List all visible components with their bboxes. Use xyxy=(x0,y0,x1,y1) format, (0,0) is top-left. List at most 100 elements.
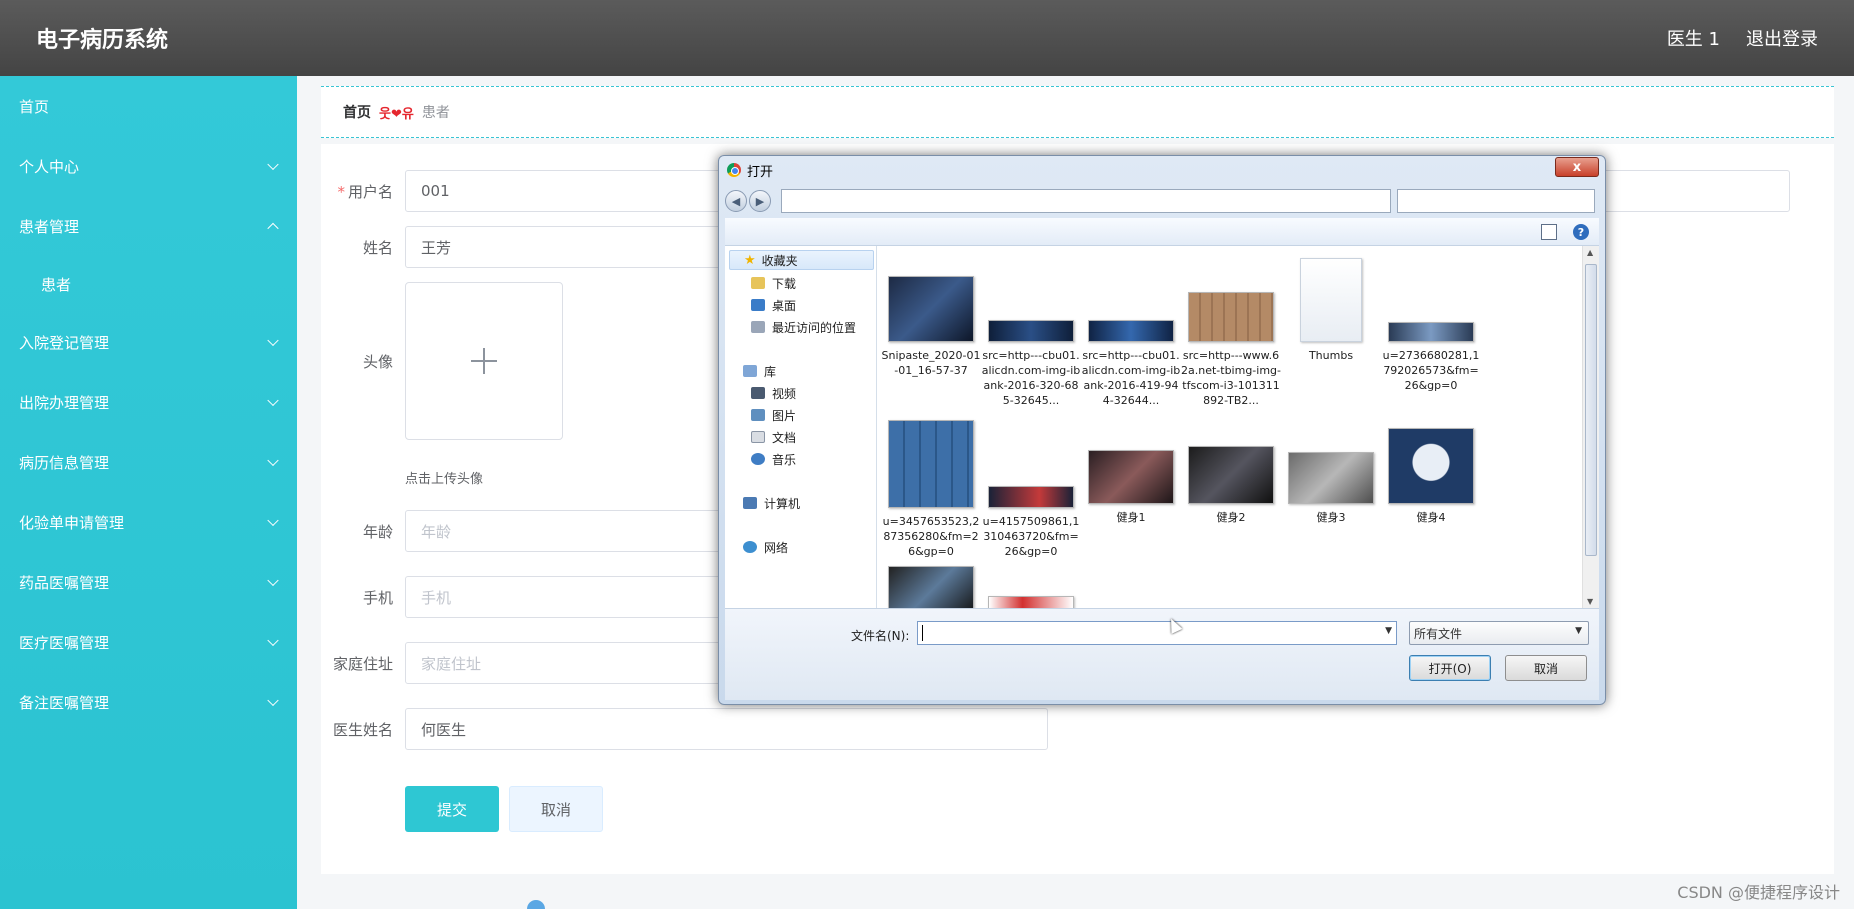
breadcrumb-separator: 웃❤유 xyxy=(379,106,414,122)
nav-downloads[interactable]: 下载 xyxy=(751,273,796,293)
nav-pictures[interactable]: 图片 xyxy=(751,405,796,425)
computer-icon xyxy=(743,497,757,509)
sidebar-item-home[interactable]: 首页 xyxy=(0,76,297,136)
app-title: 电子病历系统 xyxy=(36,28,169,53)
file-item[interactable]: src=http---cbu01.alicdn.com-img-ibank-20… xyxy=(981,320,1081,408)
file-item[interactable]: 健身3 xyxy=(1281,452,1381,525)
sidebar-item-label: 出院办理管理 xyxy=(19,393,110,412)
image-thumbnail xyxy=(988,486,1074,508)
sidebar-item-note-orders[interactable]: 备注医嘱管理 xyxy=(0,672,297,732)
image-thumbnail xyxy=(1088,320,1174,342)
dialog-cancel-button[interactable]: 取消 xyxy=(1505,655,1587,681)
file-name: 健身4 xyxy=(1416,511,1446,524)
file-item[interactable]: src=http---cbu01.alicdn.com-img-ibank-20… xyxy=(1081,320,1181,408)
file-name: src=http---www.62a.net-tbimg-img-tfscom-… xyxy=(1181,349,1281,407)
nav-music[interactable]: 音乐 xyxy=(751,449,796,469)
chevron-down-icon xyxy=(267,334,279,347)
file-item[interactable]: u=2736680281,1792026573&fm=26&gp=0 xyxy=(1381,322,1481,393)
sidebar-item-label: 入院登记管理 xyxy=(19,333,110,352)
plus-icon xyxy=(471,348,497,374)
filename-input[interactable]: ▼ xyxy=(917,621,1397,645)
dropdown-arrow-icon[interactable]: ▼ xyxy=(1385,626,1392,636)
sidebar: 首页 个人中心 患者管理 患者 入院登记管理 出院办理管理 病历信息管理 化验单… xyxy=(0,76,297,909)
nav-network[interactable]: 网络 xyxy=(743,537,788,557)
scroll-down-icon[interactable]: ▼ xyxy=(1587,597,1593,606)
preview-pane-icon[interactable] xyxy=(1541,224,1557,240)
pictures-icon xyxy=(751,409,765,421)
file-item[interactable]: u=4157509861,1310463720&fm=26&gp=0 xyxy=(981,486,1081,559)
nav-label: 文档 xyxy=(772,430,797,445)
file-item[interactable]: 健身1 xyxy=(1081,450,1181,525)
sidebar-item-label: 患者管理 xyxy=(19,217,80,236)
sidebar-subitem-patient[interactable]: 患者 xyxy=(0,256,297,312)
file-list-scrollbar[interactable]: ▲ ▼ xyxy=(1582,246,1599,608)
chevron-down-icon xyxy=(267,394,279,407)
cancel-button[interactable]: 取消 xyxy=(509,786,603,832)
nav-label: 桌面 xyxy=(772,298,797,313)
help-icon[interactable]: ? xyxy=(1573,224,1589,240)
image-thumbnail xyxy=(1288,452,1374,504)
file-item[interactable]: 健身2 xyxy=(1181,446,1281,525)
sidebar-item-medical-records[interactable]: 病历信息管理 xyxy=(0,432,297,492)
logout-link[interactable]: 退出登录 xyxy=(1746,25,1818,51)
dialog-title: 打开 xyxy=(747,164,774,180)
chevron-down-icon xyxy=(267,158,279,171)
sidebar-item-label: 病历信息管理 xyxy=(19,453,110,472)
scrollbar-thumb[interactable] xyxy=(1585,264,1597,556)
open-button[interactable]: 打开(O) xyxy=(1409,655,1491,681)
gear-icon xyxy=(1300,258,1362,342)
doctor-input[interactable]: 何医生 xyxy=(405,708,1048,750)
file-name: u=2736680281,1792026573&fm=26&gp=0 xyxy=(1382,349,1480,392)
submit-button[interactable]: 提交 xyxy=(405,786,499,832)
nav-recent[interactable]: 最近访问的位置 xyxy=(751,317,856,337)
chevron-down-icon xyxy=(267,514,279,527)
avatar-uploader[interactable] xyxy=(405,282,563,440)
sidebar-item-personal-center[interactable]: 个人中心 xyxy=(0,136,297,196)
avatar-label: 头像 xyxy=(362,352,393,371)
image-thumbnail xyxy=(1188,446,1274,504)
file-item[interactable] xyxy=(881,566,981,608)
current-user[interactable]: 医生 1 xyxy=(1667,25,1720,51)
file-name: 健身1 xyxy=(1116,511,1146,524)
back-arrow-icon[interactable]: ◀ xyxy=(725,190,747,212)
nav-desktop[interactable]: 桌面 xyxy=(751,295,796,315)
image-thumbnail xyxy=(888,420,974,508)
file-name: 健身2 xyxy=(1216,511,1246,524)
breadcrumb-home[interactable]: 首页 xyxy=(343,102,371,122)
nav-library[interactable]: 库 xyxy=(743,361,776,381)
sidebar-item-drug-orders[interactable]: 药品医嘱管理 xyxy=(0,552,297,612)
sidebar-item-lab-requests[interactable]: 化验单申请管理 xyxy=(0,492,297,552)
file-item[interactable]: src=http---www.62a.net-tbimg-img-tfscom-… xyxy=(1181,292,1281,408)
address-label: 家庭住址 xyxy=(332,654,393,673)
dialog-nav-row: ◀ ▶ xyxy=(725,188,1599,214)
file-type-filter[interactable]: 所有文件 ▼ xyxy=(1409,621,1589,645)
address-bar[interactable] xyxy=(781,189,1391,213)
dialog-close-button[interactable]: x xyxy=(1555,157,1599,177)
sidebar-item-medical-orders[interactable]: 医疗医嘱管理 xyxy=(0,612,297,672)
image-thumbnail xyxy=(888,566,974,608)
file-item[interactable]: u=3457653523,287356280&fm=26&gp=0 xyxy=(881,420,981,559)
forward-arrow-icon[interactable]: ▶ xyxy=(749,190,771,212)
file-item[interactable] xyxy=(981,596,1081,608)
recent-places-icon xyxy=(751,321,765,333)
nav-videos[interactable]: 视频 xyxy=(751,383,796,403)
sidebar-item-patient-management[interactable]: 患者管理 xyxy=(0,196,297,256)
nav-documents[interactable]: 文档 xyxy=(751,427,796,447)
nav-label: 计算机 xyxy=(764,496,801,511)
image-thumbnail xyxy=(988,596,1074,608)
search-box[interactable] xyxy=(1397,189,1595,213)
name-label: 姓名 xyxy=(362,238,393,257)
nav-label: 视频 xyxy=(772,386,797,401)
file-item[interactable]: Thumbs xyxy=(1281,258,1381,363)
nav-favorites[interactable]: ★ 收藏夹 xyxy=(729,250,874,270)
nav-label: 收藏夹 xyxy=(761,253,798,268)
sidebar-item-admission[interactable]: 入院登记管理 xyxy=(0,312,297,372)
file-item[interactable]: 健身4 xyxy=(1381,428,1481,525)
form-row-avatar: 头像 xyxy=(321,282,563,440)
file-item[interactable]: Snipaste_2020-01-01_16-57-37 xyxy=(881,276,981,378)
scroll-up-icon[interactable]: ▲ xyxy=(1587,248,1593,257)
sidebar-item-discharge[interactable]: 出院办理管理 xyxy=(0,372,297,432)
file-name: src=http---cbu01.alicdn.com-img-ibank-20… xyxy=(981,349,1081,407)
dropdown-arrow-icon: ▼ xyxy=(1575,626,1582,636)
nav-computer[interactable]: 计算机 xyxy=(743,493,800,513)
